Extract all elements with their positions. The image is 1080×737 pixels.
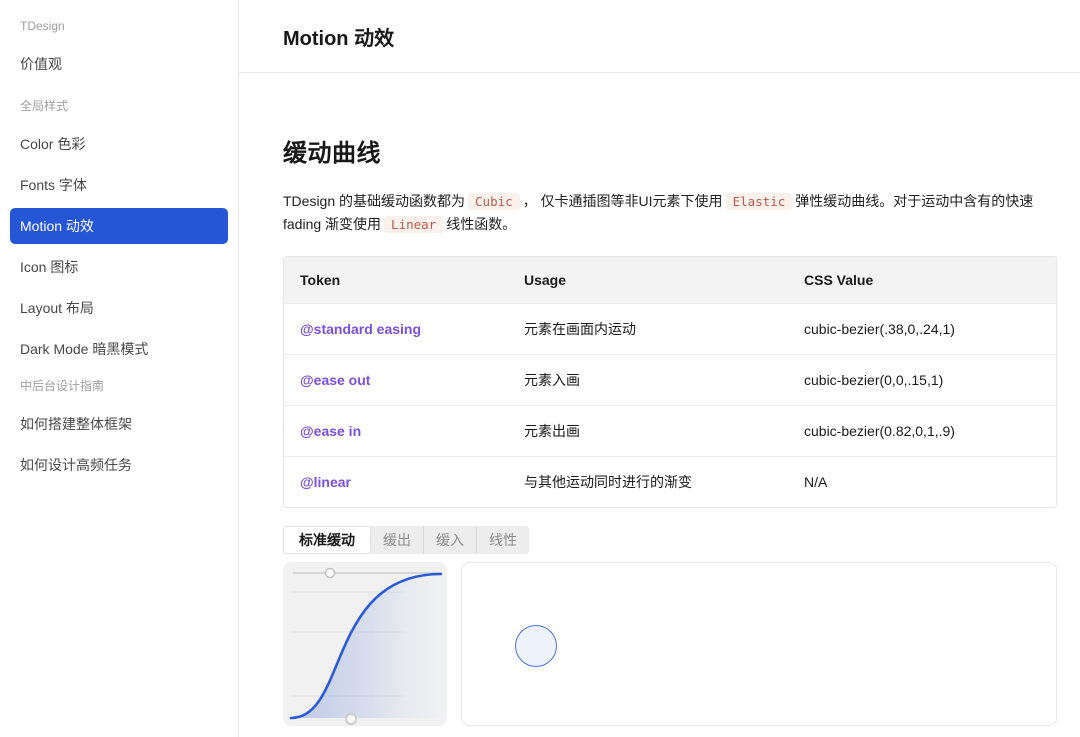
code-cubic: Cubic xyxy=(468,193,520,210)
easing-token-table: Token Usage CSS Value @standard easing 元… xyxy=(283,256,1057,508)
sidebar-item-color[interactable]: Color 色彩 xyxy=(10,126,228,162)
usage-cell: 元素在画面内运动 xyxy=(508,319,788,339)
table-row: @ease out 元素入画 cubic-bezier(0,0,.15,1) xyxy=(284,354,1056,405)
animation-preview xyxy=(461,562,1057,726)
code-linear: Linear xyxy=(384,216,443,233)
easing-tabs: 标准缓动 缓出 缓入 线性 xyxy=(283,526,529,554)
table-row: @linear 与其他运动同时进行的渐变 N/A xyxy=(284,456,1056,507)
content: 缓动曲线 TDesign 的基础缓动函数都为Cubic， 仅卡通插图等非UI元素… xyxy=(239,73,1080,726)
bezier-curve-editor[interactable] xyxy=(283,562,447,726)
sidebar-section-guide: 中后台设计指南 xyxy=(0,378,238,394)
bezier-curve-svg xyxy=(283,562,447,726)
intro-text-1: TDesign 的基础缓动函数都为 xyxy=(283,193,465,209)
intro-paragraph: TDesign 的基础缓动函数都为Cubic， 仅卡通插图等非UI元素下使用El… xyxy=(283,190,1057,236)
easing-demo xyxy=(283,562,1057,726)
css-value-cell: cubic-bezier(0.82,0,1,.9) xyxy=(788,423,1056,439)
css-value-cell: N/A xyxy=(788,474,1056,490)
token-standard-easing[interactable]: @standard easing xyxy=(284,321,508,337)
usage-cell: 元素入画 xyxy=(508,370,788,390)
section-heading: 缓动曲线 xyxy=(283,133,1057,168)
token-linear[interactable]: @linear xyxy=(284,474,508,490)
main-area: Motion 动效 缓动曲线 TDesign 的基础缓动函数都为Cubic， 仅… xyxy=(239,0,1080,737)
sidebar-item-framework[interactable]: 如何搭建整体框架 xyxy=(10,406,228,442)
tab-standard-easing[interactable]: 标准缓动 xyxy=(283,526,371,554)
sidebar-item-motion[interactable]: Motion 动效 xyxy=(10,208,228,244)
page-header: Motion 动效 xyxy=(239,0,1080,73)
control-handle-bottom[interactable] xyxy=(346,714,356,724)
page-title: Motion 动效 xyxy=(283,22,394,51)
sidebar-item-layout[interactable]: Layout 布局 xyxy=(10,290,228,326)
intro-text-2: ， 仅卡通插图等非UI元素下使用 xyxy=(523,193,723,209)
css-value-cell: cubic-bezier(0,0,.15,1) xyxy=(788,372,1056,388)
sidebar-item-darkmode[interactable]: Dark Mode 暗黑模式 xyxy=(10,331,228,367)
col-header-css: CSS Value xyxy=(788,272,1056,288)
code-elastic: Elastic xyxy=(726,193,793,210)
table-header-row: Token Usage CSS Value xyxy=(284,257,1056,303)
table-row: @standard easing 元素在画面内运动 cubic-bezier(.… xyxy=(284,303,1056,354)
sidebar-item-values[interactable]: 价值观 xyxy=(10,46,228,82)
intro-text-4: 线性函数。 xyxy=(446,216,516,232)
token-ease-out[interactable]: @ease out xyxy=(284,372,508,388)
control-handle-top[interactable] xyxy=(326,569,335,578)
tab-ease-in[interactable]: 缓入 xyxy=(423,526,476,554)
col-header-token: Token xyxy=(284,272,508,288)
sidebar-brand: TDesign xyxy=(0,18,238,34)
tab-linear[interactable]: 线性 xyxy=(476,526,529,554)
usage-cell: 元素出画 xyxy=(508,421,788,441)
usage-cell: 与其他运动同时进行的渐变 xyxy=(508,472,788,492)
animated-ball xyxy=(515,625,557,667)
sidebar-item-tasks[interactable]: 如何设计高频任务 xyxy=(10,447,228,483)
css-value-cell: cubic-bezier(.38,0,.24,1) xyxy=(788,321,1056,337)
sidebar-item-icon[interactable]: Icon 图标 xyxy=(10,249,228,285)
table-row: @ease in 元素出画 cubic-bezier(0.82,0,1,.9) xyxy=(284,405,1056,456)
col-header-usage: Usage xyxy=(508,272,788,288)
token-ease-in[interactable]: @ease in xyxy=(284,423,508,439)
app: TDesign 价值观 全局样式 Color 色彩 Fonts 字体 Motio… xyxy=(0,0,1080,737)
sidebar-item-fonts[interactable]: Fonts 字体 xyxy=(10,167,228,203)
sidebar-section-global: 全局样式 xyxy=(0,98,238,114)
sidebar: TDesign 价值观 全局样式 Color 色彩 Fonts 字体 Motio… xyxy=(0,0,239,737)
tab-ease-out[interactable]: 缓出 xyxy=(371,526,423,554)
